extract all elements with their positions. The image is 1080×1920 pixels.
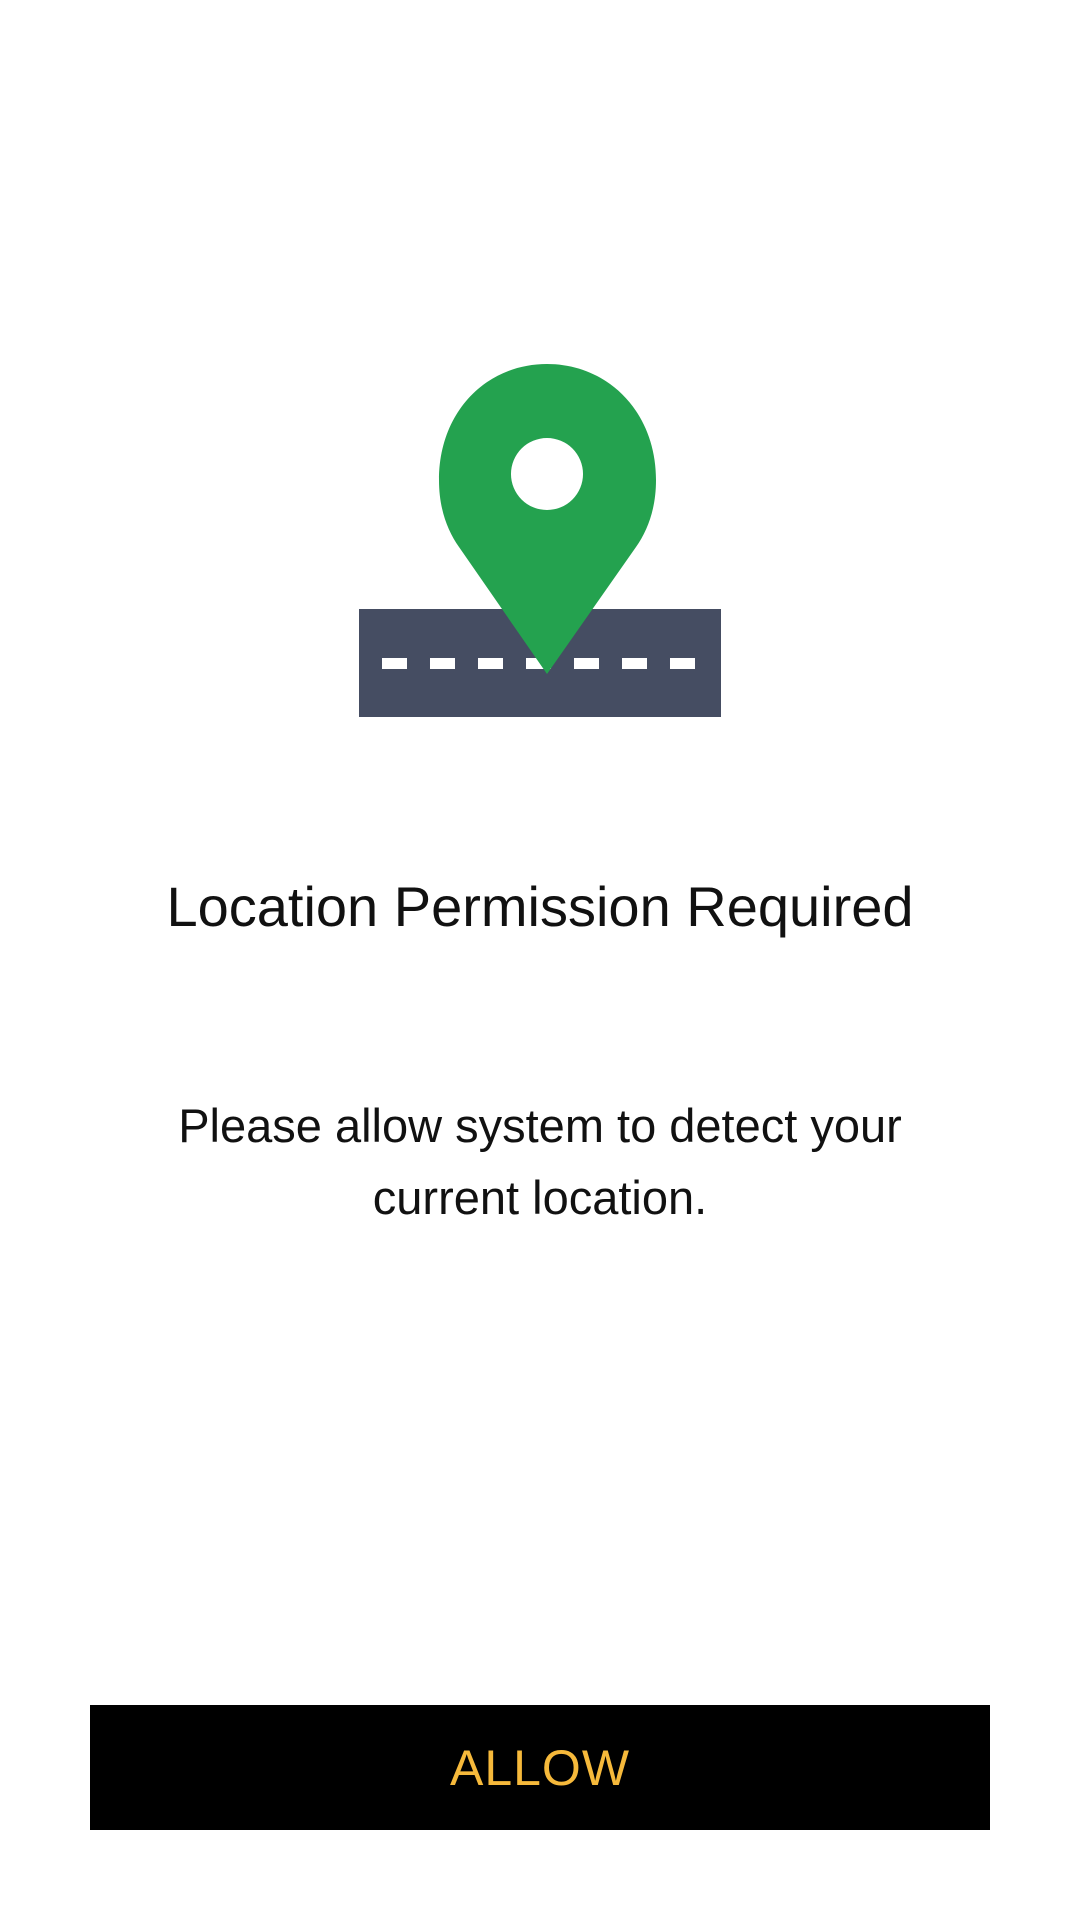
page-title: Location Permission Required bbox=[166, 875, 914, 938]
allow-button-label: ALLOW bbox=[449, 1739, 631, 1796]
allow-button[interactable]: ALLOW bbox=[90, 1705, 990, 1830]
location-pin-icon bbox=[359, 364, 721, 717]
permission-message: Please allow system to detect your curre… bbox=[178, 1099, 902, 1224]
location-road-illustration bbox=[359, 360, 721, 720]
